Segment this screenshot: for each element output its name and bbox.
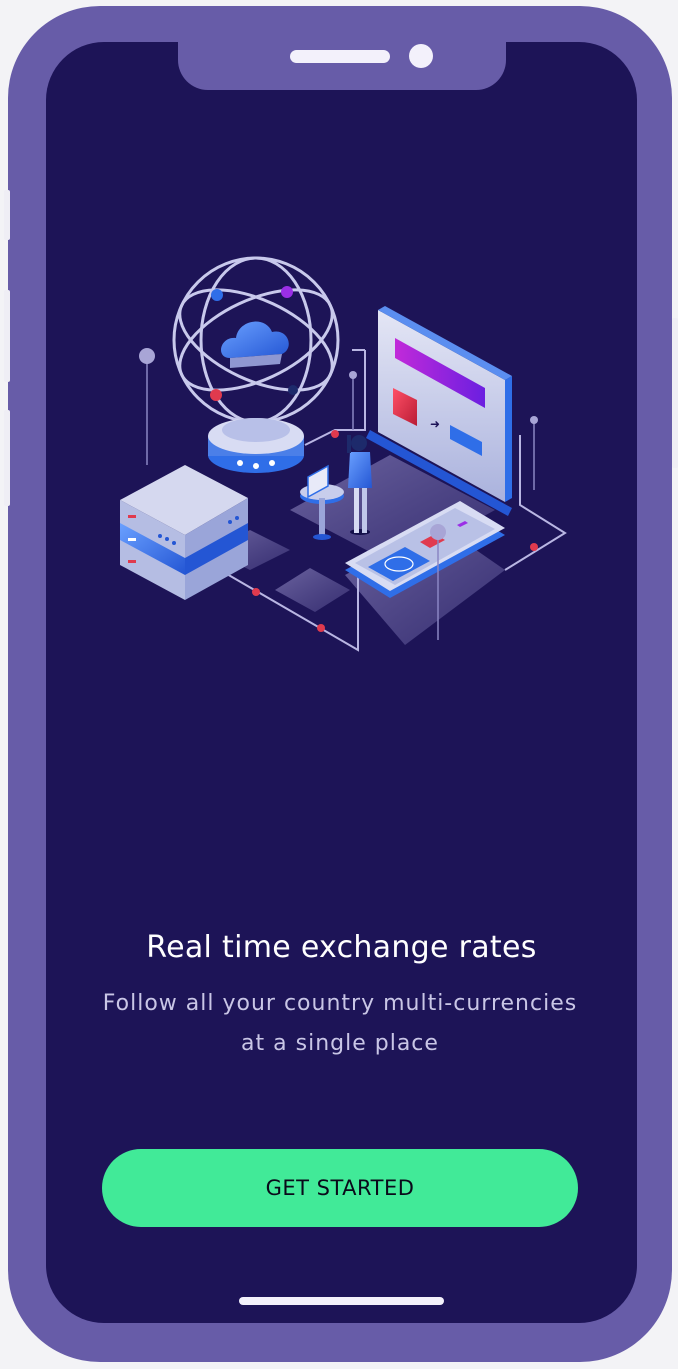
phone-side-button-mute [4, 190, 10, 240]
subtitle-line-1: Follow all your country multi-currencies [102, 991, 578, 1016]
phone-side-button-power [672, 318, 678, 468]
get-started-button[interactable]: GET STARTED [102, 1149, 578, 1227]
front-camera [409, 44, 433, 68]
phone-side-button-volume-down [4, 410, 10, 506]
phone-side-button-volume-up [4, 290, 10, 382]
svg-text:➜: ➜ [430, 417, 440, 431]
subtitle-line-2: at a single place [241, 1031, 439, 1056]
home-indicator[interactable] [239, 1297, 444, 1305]
server-rack-icon [120, 465, 248, 600]
onboarding-title: Real time exchange rates [146, 930, 537, 965]
globe-pedestal [208, 418, 304, 473]
exchange-network-illustration: ➜ [120, 256, 567, 652]
speaker-grille [290, 50, 390, 63]
app-screen [46, 42, 637, 1323]
cloud-icon [221, 321, 289, 368]
onboarding-subtitle: Follow all your country multi-currencies… [80, 984, 600, 1064]
